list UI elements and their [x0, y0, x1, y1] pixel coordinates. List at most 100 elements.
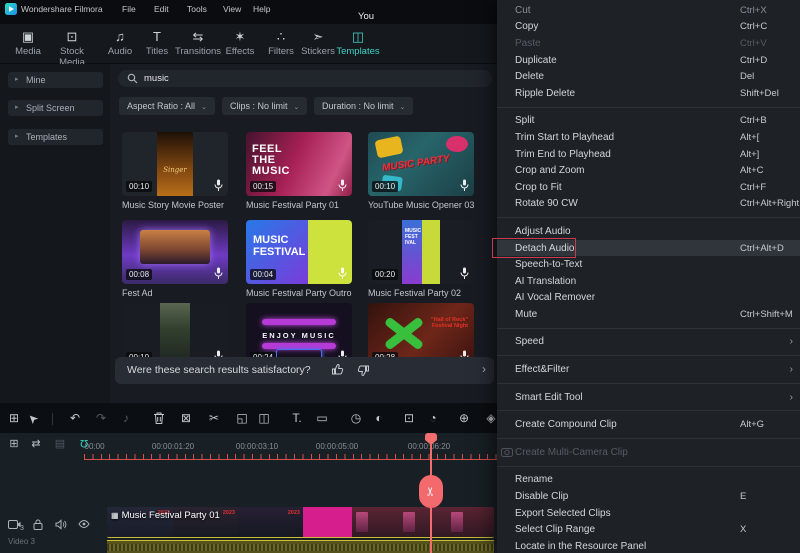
sidebar-item-label: Split Screen — [26, 103, 75, 113]
sidebar-item-split-screen[interactable]: ▸ Split Screen — [8, 100, 103, 116]
template-card[interactable]: MUSIC FEST IVAL 00:20 — [368, 220, 474, 284]
template-card[interactable]: Singer 00:10 — [122, 132, 228, 196]
template-card[interactable]: MUSIC FESTIVAL 00:04 — [246, 220, 352, 284]
lock-icon[interactable] — [33, 519, 43, 530]
menu-item-ripple-delete[interactable]: Ripple Delete Shift+Del — [497, 85, 800, 102]
menu-item-select-clip-range[interactable]: Select Clip Range X — [497, 521, 800, 538]
tab-stock-media[interactable]: ⊡ Stock Media — [46, 28, 98, 68]
tab-media[interactable]: ▣ Media — [6, 28, 50, 57]
undo-icon[interactable]: ↶ — [67, 411, 83, 426]
sidebar-item-templates[interactable]: ▸ Templates — [8, 129, 103, 145]
scissors-icon: ✂ — [423, 486, 438, 497]
tab-effects[interactable]: ✶ Effects — [218, 28, 262, 57]
clips-filter[interactable]: Clips : No limit ⌄ — [222, 97, 308, 115]
menu-item-crop-to-fit[interactable]: Crop to Fit Ctrl+F — [497, 179, 800, 196]
menu-item-create-compound-clip[interactable]: Create Compound Clip Alt+G — [497, 416, 800, 433]
menu-item-cut[interactable]: Cut Ctrl+X — [497, 2, 800, 19]
crop-icon[interactable]: ◱ — [234, 411, 250, 426]
menu-separator — [497, 410, 800, 412]
menu-item-delete[interactable]: Delete Del — [497, 68, 800, 85]
timeline-clip[interactable]: 2023 2023 2023 ▦ Music Festival Party 01 — [107, 507, 494, 538]
link-clips-icon[interactable]: ⇄ — [28, 437, 44, 450]
menu-item-effect-filter[interactable]: Effect&Filter › — [497, 361, 800, 378]
chevron-down-icon: ⌄ — [293, 104, 300, 111]
app-title: Wondershare Filmora — [21, 4, 103, 14]
duration-filter[interactable]: Duration : No limit ⌄ — [314, 97, 414, 115]
redo-icon[interactable]: ↷ — [93, 411, 109, 426]
mask-icon[interactable]: ▭ — [314, 411, 330, 426]
ruler-label: 00:00:06:20 — [407, 442, 451, 451]
tab-transitions[interactable]: ⇆ Transitions — [172, 28, 224, 57]
menu-item-rotate-90-cw[interactable]: Rotate 90 CW Ctrl+Alt+Right — [497, 196, 800, 213]
menu-item-ai-vocal-remover[interactable]: AI Vocal Remover — [497, 290, 800, 307]
menu-item-speed[interactable]: Speed › — [497, 334, 800, 351]
filmora-logo-icon — [5, 3, 17, 15]
tab-label: Audio — [107, 46, 133, 57]
color-icon[interactable]: ◐ — [371, 411, 387, 426]
expand-chevron-icon[interactable]: › — [482, 362, 486, 376]
template-card[interactable]: FEEL THE MUSIC 00:15 — [246, 132, 352, 196]
sidebar-item-mine[interactable]: ▸ Mine — [8, 72, 103, 88]
track-manager-icon[interactable]: ▤ — [52, 437, 68, 450]
menu-item-rename[interactable]: Rename — [497, 472, 800, 489]
duration-badge: 00:10 — [126, 181, 153, 192]
menu-item-create-multi-camera-clip[interactable]: Create Multi-Camera Clip — [497, 444, 800, 461]
text-tool-icon[interactable]: T. — [289, 411, 305, 426]
add-to-timeline-icon[interactable]: ⊞ — [6, 437, 22, 450]
eye-icon[interactable] — [78, 519, 90, 529]
template-card[interactable]: MUSIC PARTY 00:10 — [368, 132, 474, 196]
split-icon[interactable]: ✂ — [206, 411, 222, 426]
select-tool-icon[interactable]: ➤ — [24, 410, 41, 427]
menu-item-trim-start[interactable]: Trim Start to Playhead Alt+[ — [497, 129, 800, 146]
thumb-text: MUSICFESTIVAL — [405, 228, 422, 246]
microphone-icon — [338, 267, 347, 279]
microphone-icon — [460, 267, 469, 279]
chroma-key-icon[interactable]: ⊡ — [401, 411, 417, 426]
clip-audio-strip[interactable] — [107, 540, 494, 553]
menu-item-trim-end[interactable]: Trim End to Playhead Alt+] — [497, 146, 800, 163]
track-layout-icon[interactable]: ⊞ — [6, 411, 22, 426]
speaker-icon[interactable] — [55, 519, 67, 530]
menu-item-detach-audio[interactable]: Detach Audio Ctrl+Alt+D — [492, 237, 800, 258]
speed-icon[interactable]: ◷ — [348, 411, 364, 426]
clip-frame — [352, 507, 400, 537]
menu-help[interactable]: Help — [253, 4, 270, 14]
freeze-frame-icon[interactable]: ◔ — [425, 411, 441, 426]
menu-file[interactable]: File — [122, 4, 136, 14]
menu-item-copy[interactable]: Copy Ctrl+C — [497, 19, 800, 36]
audio-stretch-icon[interactable]: ♪ — [118, 411, 134, 426]
microphone-icon — [214, 179, 223, 191]
marker-icon[interactable]: ⊕ — [456, 411, 472, 426]
playhead-split-button[interactable]: ✂ — [419, 475, 443, 508]
menu-tools[interactable]: Tools — [187, 4, 207, 14]
menu-item-adjust-audio[interactable]: Adjust Audio — [497, 223, 800, 240]
ruler-label: 00:00:03:10 — [235, 442, 279, 451]
menu-item-duplicate[interactable]: Duplicate Ctrl+D — [497, 52, 800, 69]
menu-item-locate-in-resource-panel[interactable]: Locate in the Resource Panel — [497, 538, 800, 553]
menu-item-crop-and-zoom[interactable]: Crop and Zoom Alt+C — [497, 162, 800, 179]
menu-item-smart-edit-tool[interactable]: Smart Edit Tool › — [497, 389, 800, 406]
menu-edit[interactable]: Edit — [154, 4, 169, 14]
poster-art: Singer — [157, 132, 193, 196]
trim-icon[interactable]: ◫ — [256, 411, 272, 426]
thumb-text: FEEL THE MUSIC — [252, 143, 290, 177]
thumbs-up-icon[interactable] — [331, 363, 344, 376]
menu-item-split[interactable]: Split Ctrl+B — [497, 113, 800, 130]
menu-item-disable-clip[interactable]: Disable Clip E — [497, 488, 800, 505]
search-bar[interactable] — [118, 70, 492, 87]
menu-item-ai-translation[interactable]: AI Translation — [497, 273, 800, 290]
template-card[interactable]: 00:08 — [122, 220, 228, 284]
menu-separator — [497, 438, 800, 440]
aspect-ratio-filter[interactable]: Aspect Ratio : All ⌄ — [119, 97, 215, 115]
thumbs-down-icon[interactable] — [357, 364, 370, 377]
menu-item-paste[interactable]: Paste Ctrl+V — [497, 35, 800, 52]
menu-item-speech-to-text[interactable]: Speech-to-Text — [497, 256, 800, 273]
menu-item-mute[interactable]: Mute Ctrl+Shift+M — [497, 306, 800, 323]
menu-item-export-selected-clips[interactable]: Export Selected Clips — [497, 505, 800, 522]
delete-icon[interactable] — [151, 412, 167, 425]
menu-view[interactable]: View — [223, 4, 241, 14]
tab-templates[interactable]: ◫ Templates — [334, 28, 382, 57]
library-sidebar: ▸ Mine ▸ Split Screen ▸ Templates — [0, 64, 110, 403]
search-input[interactable] — [144, 70, 474, 87]
copy-effects-icon[interactable]: ⊠ — [178, 411, 194, 426]
